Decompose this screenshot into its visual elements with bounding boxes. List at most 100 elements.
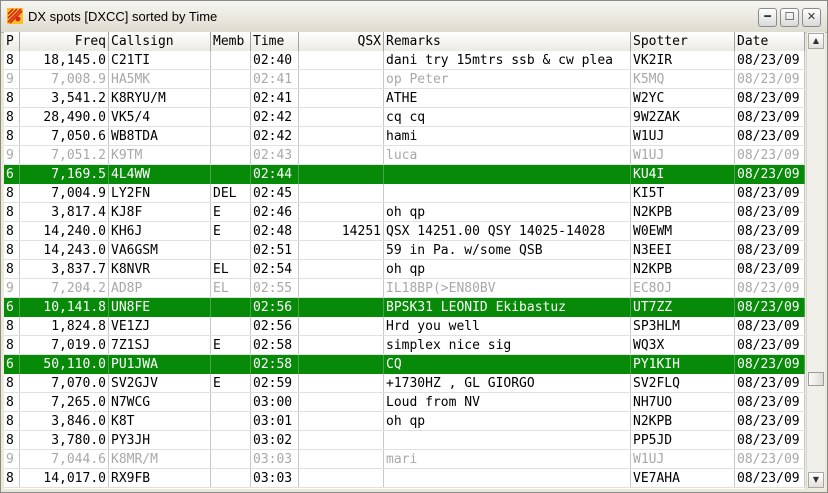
table-row[interactable]: 8 18,145.0 C21TI 02:40 dani try 15mtrs ssb &… — [4, 51, 805, 70]
cell-priority: 8 — [4, 469, 20, 488]
cell-spotter: PP5JD — [631, 431, 735, 450]
cell-remarks: Loud from NV — [384, 393, 631, 412]
cell-callsign: UN8FE — [109, 298, 211, 317]
cell-qsx — [299, 279, 384, 298]
column-header-spotter[interactable]: Spotter — [631, 32, 735, 51]
app-icon — [7, 8, 23, 24]
minimize-button[interactable]: ━ — [758, 8, 777, 27]
table-row[interactable]: 6 50,110.0 PU1JWA 02:58 CQ PY1KIH 08/23/09 — [4, 355, 805, 374]
cell-memb — [211, 355, 251, 374]
cell-spotter: N2KPB — [631, 412, 735, 431]
maximize-button[interactable]: ☐ — [780, 8, 799, 27]
cell-time: 03:03 — [251, 450, 299, 469]
table-row[interactable]: 8 3,846.0 K8T 03:01 oh qp N2KPB 08/23/09 — [4, 412, 805, 431]
cell-memb — [211, 51, 251, 70]
scroll-down-button[interactable]: ▼ — [808, 472, 824, 488]
title-bar[interactable]: DX spots [DXCC] sorted by Time ━ ☐ ✕ — [1, 1, 827, 33]
cell-spotter: W1UJ — [631, 450, 735, 469]
cell-remarks: mari — [384, 450, 631, 469]
cell-priority: 8 — [4, 203, 20, 222]
column-header-time[interactable]: Time — [251, 32, 299, 51]
cell-callsign: 4L4WW — [109, 165, 211, 184]
column-header-remarks[interactable]: Remarks — [384, 32, 631, 51]
cell-priority: 8 — [4, 317, 20, 336]
chevron-up-icon: ▲ — [812, 36, 820, 45]
cell-callsign: N7WCG — [109, 393, 211, 412]
table-row[interactable]: 8 7,265.0 N7WCG 03:00 Loud from NV NH7UO 08/23… — [4, 393, 805, 412]
cell-remarks: BPSK31 LEONID Ekibastuz — [384, 298, 631, 317]
window-title: DX spots [DXCC] sorted by Time — [28, 9, 218, 24]
cell-memb — [211, 431, 251, 450]
cell-freq: 3,846.0 — [20, 412, 109, 431]
cell-callsign: WB8TDA — [109, 127, 211, 146]
cell-spotter: NH7UO — [631, 393, 735, 412]
cell-priority: 8 — [4, 241, 20, 260]
cell-freq: 7,070.0 — [20, 374, 109, 393]
table-row[interactable]: 8 3,780.0 PY3JH 03:02 PP5JD 08/23/09 — [4, 431, 805, 450]
table-row[interactable]: 8 14,240.0 KH6J E 02:48 14251 QSX 14251.00 QSY… — [4, 222, 805, 241]
column-headers: P Freq Callsign Memb Time QSX Remarks Spotter Da… — [4, 32, 805, 52]
table-row[interactable]: 8 28,490.0 VK5/4 02:42 cq cq 9W2ZAK 08/23/09 — [4, 108, 805, 127]
cell-qsx — [299, 374, 384, 393]
cell-remarks — [384, 184, 631, 203]
table-row[interactable]: 8 7,004.9 LY2FN DEL 02:45 KI5T 08/23/09 — [4, 184, 805, 203]
cell-remarks: luca — [384, 146, 631, 165]
scroll-thumb[interactable] — [808, 372, 824, 386]
close-button[interactable]: ✕ — [802, 8, 821, 27]
table-row[interactable]: 9 7,051.2 K9TM 02:43 luca W1UJ 08/23/09 — [4, 146, 805, 165]
cell-time: 02:56 — [251, 317, 299, 336]
cell-spotter: W1UJ — [631, 127, 735, 146]
table-row[interactable]: 9 7,008.9 HA5MK 02:41 op Peter K5MQ 08/23/09 — [4, 70, 805, 89]
cell-time: 02:58 — [251, 336, 299, 355]
table-row[interactable]: 6 10,141.8 UN8FE 02:56 BPSK31 LEONID Ekibast… — [4, 298, 805, 317]
cell-date: 08/23/09 — [735, 355, 805, 374]
column-header-memb[interactable]: Memb — [211, 32, 251, 51]
table-row[interactable]: 9 7,044.6 K8MR/M 03:03 mari W1UJ 08/23/09 — [4, 450, 805, 469]
cell-qsx — [299, 51, 384, 70]
table-row[interactable]: 8 7,070.0 SV2GJV E 02:59 +1730HZ , GL GIORGO S… — [4, 374, 805, 393]
cell-priority: 8 — [4, 222, 20, 241]
cell-memb: EL — [211, 260, 251, 279]
column-header-qsx[interactable]: QSX — [299, 32, 384, 51]
chevron-down-icon: ▼ — [812, 475, 820, 484]
table-row[interactable]: 8 3,837.7 K8NVR EL 02:54 oh qp N2KPB 08/23/09 — [4, 260, 805, 279]
cell-spotter: N2KPB — [631, 260, 735, 279]
cell-priority: 8 — [4, 260, 20, 279]
cell-date: 08/23/09 — [735, 108, 805, 127]
cell-qsx — [299, 89, 384, 108]
column-header-priority[interactable]: P — [4, 32, 20, 51]
cell-priority: 8 — [4, 127, 20, 146]
column-header-callsign[interactable]: Callsign — [109, 32, 211, 51]
cell-priority: 8 — [4, 374, 20, 393]
cell-time: 02:51 — [251, 241, 299, 260]
table-row[interactable]: 9 7,204.2 AD8P EL 02:55 IL18BP(>EN80BV EC8OJ 08… — [4, 279, 805, 298]
table-row[interactable]: 6 7,169.5 4L4WW 02:44 KU4I 08/23/09 — [4, 165, 805, 184]
cell-date: 08/23/09 — [735, 89, 805, 108]
table-row[interactable]: 8 7,019.0 7Z1SJ E 02:58 simplex nice sig WQ3X 0… — [4, 336, 805, 355]
cell-memb — [211, 317, 251, 336]
table-row[interactable]: 8 14,243.0 VA6GSM 02:51 59 in Pa. w/some QSB… — [4, 241, 805, 260]
cell-callsign: RX9FB — [109, 469, 211, 488]
cell-callsign: VA6GSM — [109, 241, 211, 260]
table-row[interactable]: 8 7,050.6 WB8TDA 02:42 hami W1UJ 08/23/09 — [4, 127, 805, 146]
cell-spotter: SP3HLM — [631, 317, 735, 336]
table-row[interactable]: 8 3,817.4 KJ8F E 02:46 oh qp N2KPB 08/23/09 — [4, 203, 805, 222]
cell-date: 08/23/09 — [735, 260, 805, 279]
cell-freq: 3,541.2 — [20, 89, 109, 108]
cell-date: 08/23/09 — [735, 279, 805, 298]
column-header-freq[interactable]: Freq — [20, 32, 109, 51]
cell-qsx — [299, 431, 384, 450]
cell-priority: 9 — [4, 70, 20, 89]
table-row[interactable]: 8 14,017.0 RX9FB 03:03 VE7AHA 08/23/09 — [4, 469, 805, 488]
cell-time: 02:54 — [251, 260, 299, 279]
cell-qsx — [299, 469, 384, 488]
cell-priority: 8 — [4, 184, 20, 203]
column-header-date[interactable]: Date — [735, 32, 805, 51]
table-row[interactable]: 8 3,541.2 K8RYU/M 02:41 ATHE W2YC 08/23/09 — [4, 89, 805, 108]
spots-grid[interactable]: P Freq Callsign Memb Time QSX Remarks Spotter Da… — [4, 32, 805, 489]
cell-time: 03:00 — [251, 393, 299, 412]
table-row[interactable]: 8 1,824.8 VE1ZJ 02:56 Hrd you well SP3HLM 08/2… — [4, 317, 805, 336]
cell-date: 08/23/09 — [735, 127, 805, 146]
scroll-up-button[interactable]: ▲ — [808, 33, 824, 49]
vertical-scrollbar[interactable]: ▲ ▼ — [806, 32, 825, 489]
